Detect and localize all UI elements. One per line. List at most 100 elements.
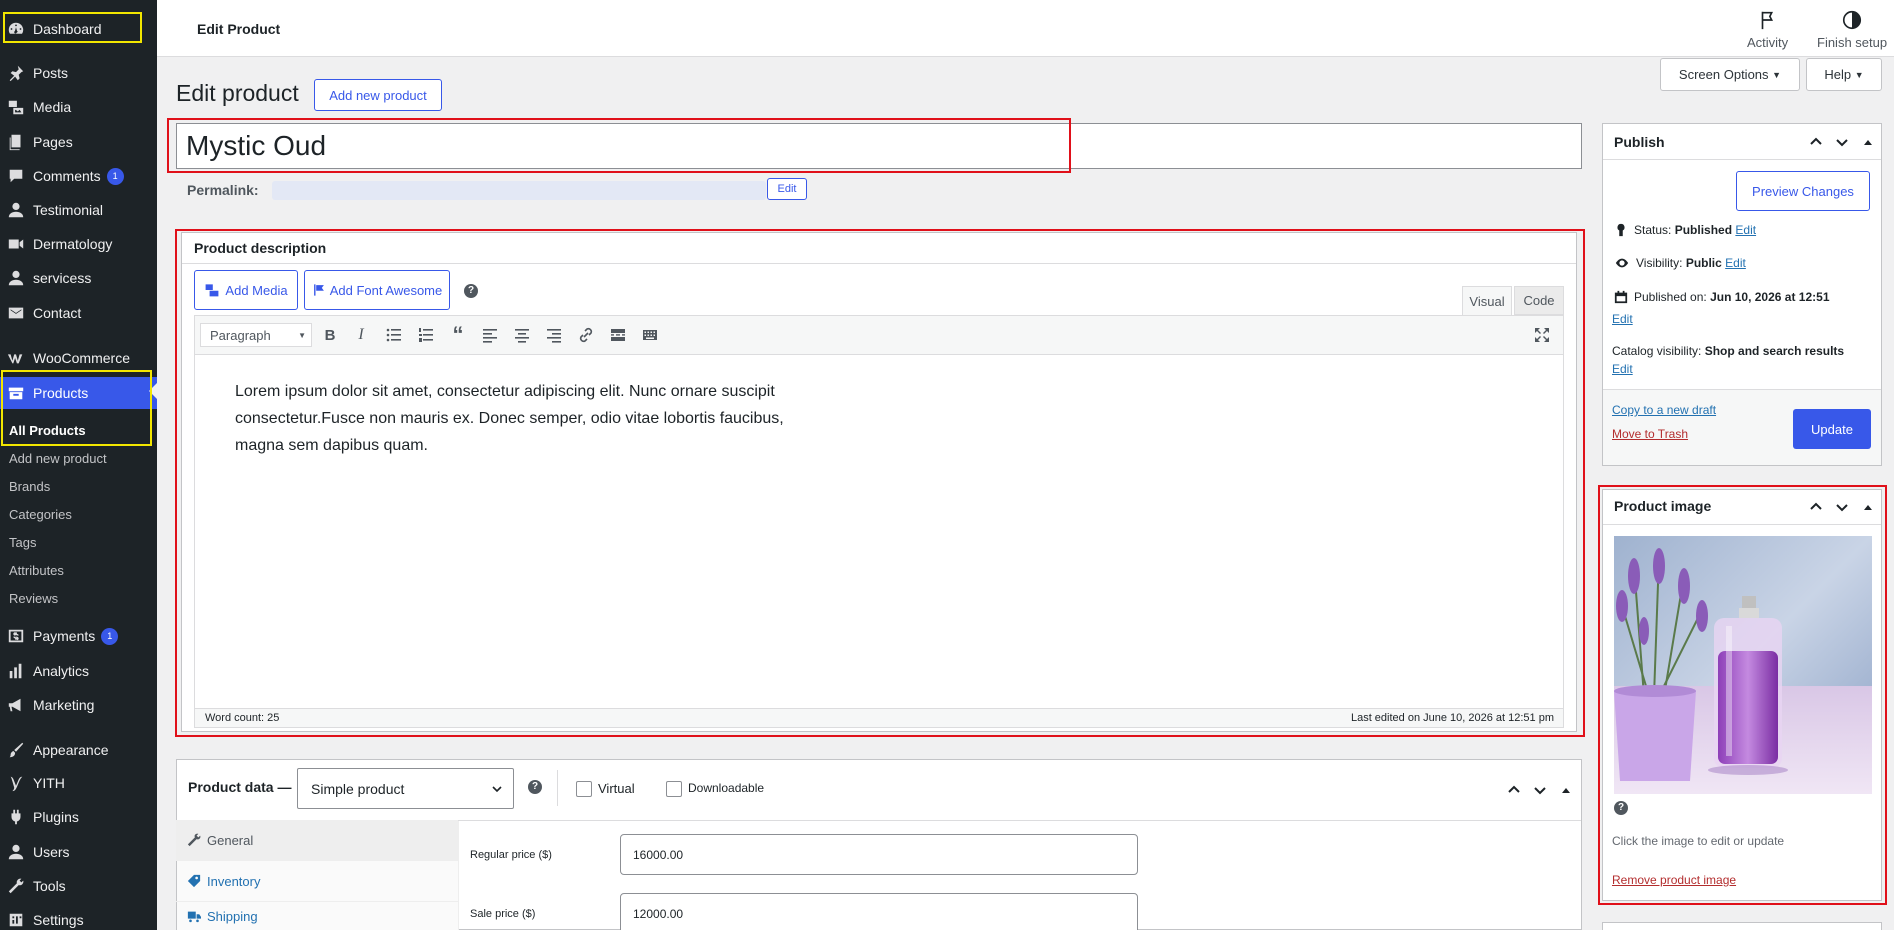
help-icon[interactable]: ?: [1614, 801, 1628, 815]
sidebar-item-settings[interactable]: Settings: [0, 905, 157, 930]
permalink-row: Permalink:: [187, 182, 259, 198]
sidebar-item-yith[interactable]: YITH: [0, 768, 157, 798]
align-right-icon[interactable]: [544, 325, 564, 345]
downloadable-label: Downloadable: [688, 781, 765, 795]
collapse-toggle-icon[interactable]: [1559, 783, 1573, 797]
submenu-attributes[interactable]: Attributes: [0, 558, 157, 582]
chevron-up-icon[interactable]: [1809, 135, 1823, 149]
submenu-categories[interactable]: Categories: [0, 502, 157, 526]
screen-options-button[interactable]: Screen Options ▼: [1660, 58, 1800, 91]
virtual-checkbox[interactable]: [576, 781, 592, 797]
half-circle-icon: [1842, 10, 1862, 30]
tab-general[interactable]: General: [176, 820, 458, 861]
sidebar-item-media[interactable]: Media: [0, 92, 157, 122]
numbered-list-icon[interactable]: [416, 325, 436, 345]
top-header: Edit Product Activity Finish setup: [157, 0, 1894, 57]
add-new-product-button[interactable]: Add new product: [314, 79, 442, 111]
catalog-edit-link[interactable]: Edit: [1612, 362, 1633, 376]
chevron-up-icon[interactable]: [1507, 783, 1521, 797]
sidebar-item-posts[interactable]: Posts: [0, 58, 157, 88]
move-to-trash-link[interactable]: Move to Trash: [1612, 427, 1688, 441]
add-media-button[interactable]: Add Media: [194, 270, 298, 310]
status-edit-link[interactable]: Edit: [1735, 223, 1756, 237]
permalink-url-redacted[interactable]: [272, 181, 766, 200]
mail-icon: [6, 303, 26, 323]
pages-icon: [6, 132, 26, 152]
sidebar-item-plugins[interactable]: Plugins: [0, 802, 157, 832]
sidebar-item-users[interactable]: Users: [0, 837, 157, 867]
link-icon[interactable]: [576, 325, 596, 345]
sidebar-item-appearance[interactable]: Appearance: [0, 735, 157, 765]
fullscreen-icon[interactable]: [1532, 325, 1552, 345]
read-more-icon[interactable]: [608, 325, 628, 345]
collapse-toggle-icon[interactable]: [1861, 500, 1875, 514]
sidebar-item-contact[interactable]: Contact: [0, 298, 157, 328]
sidebar-item-comments[interactable]: Comments 1: [0, 161, 157, 191]
add-font-awesome-button[interactable]: Add Font Awesome: [304, 270, 450, 310]
help-icon[interactable]: ?: [464, 284, 478, 298]
chevron-down-icon[interactable]: [1835, 500, 1849, 514]
sidebar-item-testimonial[interactable]: Testimonial: [0, 195, 157, 225]
quote-icon[interactable]: “: [448, 324, 468, 346]
sidebar-item-label: servicess: [33, 270, 92, 286]
remove-product-image-link[interactable]: Remove product image: [1612, 873, 1736, 887]
collapse-toggle-icon[interactable]: [1861, 135, 1875, 149]
submenu-reviews[interactable]: Reviews: [0, 586, 157, 610]
finish-setup-button[interactable]: Finish setup: [1817, 9, 1887, 50]
catalog-visibility-row: Catalog visibility: Shop and search resu…: [1612, 344, 1844, 358]
submenu-add-new-product[interactable]: Add new product: [0, 446, 157, 470]
submenu-tags[interactable]: Tags: [0, 530, 157, 554]
help-button[interactable]: Help ▼: [1806, 58, 1882, 91]
format-select[interactable]: Paragraph ▼: [200, 323, 312, 347]
published-edit-link[interactable]: Edit: [1612, 312, 1633, 326]
product-title-input[interactable]: Mystic Oud: [176, 123, 1582, 169]
tab-code[interactable]: Code: [1514, 286, 1564, 315]
bold-icon[interactable]: B: [320, 325, 340, 345]
status-row: Status: Published Edit: [1614, 223, 1756, 237]
sidebar-item-woocommerce[interactable]: WooCommerce: [0, 343, 157, 373]
pin-icon: [6, 63, 26, 83]
copy-to-draft-link[interactable]: Copy to a new draft: [1612, 403, 1716, 417]
bar-chart-icon: [6, 661, 26, 681]
sidebar-item-tools[interactable]: Tools: [0, 871, 157, 901]
permalink-edit-button[interactable]: Edit: [767, 178, 807, 200]
chevron-down-icon: [492, 785, 502, 792]
product-type-value: Simple product: [311, 780, 405, 797]
sidebar-item-label: Comments: [33, 168, 101, 184]
sidebar-item-dermatology[interactable]: Dermatology: [0, 229, 157, 259]
catalog-value: Shop and search results: [1704, 344, 1845, 358]
submenu-brands[interactable]: Brands: [0, 474, 157, 498]
eye-icon: [1615, 258, 1629, 268]
product-type-select[interactable]: Simple product: [297, 768, 514, 809]
sidebar-item-marketing[interactable]: Marketing: [0, 690, 157, 720]
help-icon[interactable]: ?: [528, 780, 542, 794]
visibility-edit-link[interactable]: Edit: [1725, 256, 1746, 270]
caret-down-icon: ▼: [1854, 69, 1864, 80]
bullet-list-icon[interactable]: [384, 325, 404, 345]
align-center-icon[interactable]: [512, 325, 532, 345]
activity-button[interactable]: Activity: [1747, 9, 1788, 50]
sidebar-item-servicess[interactable]: servicess: [0, 263, 157, 293]
chevron-down-icon[interactable]: [1533, 783, 1547, 797]
sidebar-item-analytics[interactable]: Analytics: [0, 656, 157, 686]
update-button[interactable]: Update: [1793, 409, 1871, 449]
tab-visual[interactable]: Visual: [1462, 286, 1512, 315]
downloadable-checkbox[interactable]: [666, 781, 682, 797]
chevron-down-icon[interactable]: [1835, 135, 1849, 149]
sale-price-input[interactable]: 12000.00: [620, 893, 1138, 930]
editor-content-area[interactable]: Lorem ipsum dolor sit amet, consectetur …: [194, 355, 1564, 709]
publish-title: Publish: [1614, 134, 1665, 150]
regular-price-input[interactable]: 16000.00: [620, 834, 1138, 875]
product-image[interactable]: [1614, 536, 1872, 794]
published-value: Jun 10, 2026 at 12:51: [1710, 290, 1830, 304]
keyboard-icon[interactable]: [640, 325, 660, 345]
tab-inventory[interactable]: Inventory: [176, 861, 458, 902]
page-header-title: Edit Product: [197, 21, 281, 37]
sidebar-item-payments[interactable]: Payments 1: [0, 621, 157, 651]
chevron-up-icon[interactable]: [1809, 500, 1823, 514]
tab-shipping[interactable]: Shipping: [176, 902, 458, 930]
italic-icon[interactable]: I: [351, 325, 371, 345]
align-left-icon[interactable]: [480, 325, 500, 345]
preview-changes-button[interactable]: Preview Changes: [1736, 171, 1870, 211]
sidebar-item-pages[interactable]: Pages: [0, 127, 157, 157]
